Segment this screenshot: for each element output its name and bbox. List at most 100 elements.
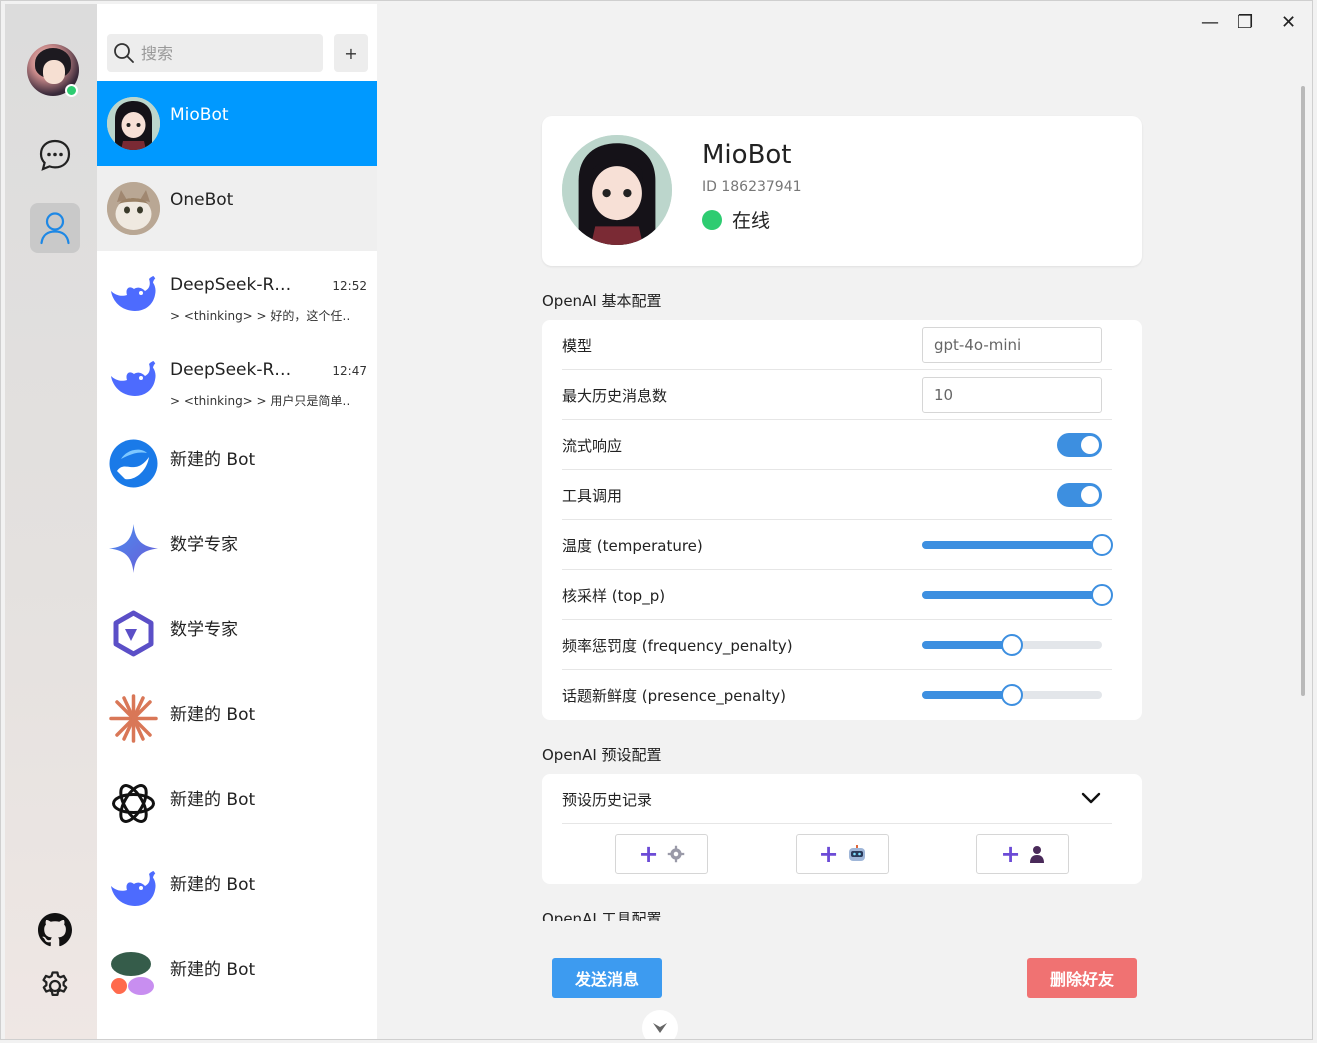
app-window: + MioBot — [0, 0, 1313, 1040]
add-assistant-message-button[interactable]: + — [796, 834, 889, 874]
settings-button[interactable] — [30, 961, 80, 1011]
user-icon — [1029, 846, 1044, 863]
top-p-slider[interactable] — [922, 584, 1113, 606]
delete-friend-button[interactable]: 删除好友 — [1027, 958, 1137, 998]
detail-panel: — ❐ ✕ MioBot ID 186237941 在线 OpenAI 基本配置… — [377, 4, 1307, 1039]
tools-label: 工具调用 — [562, 487, 623, 505]
hexagon-logo-icon — [107, 607, 160, 660]
search-input[interactable] — [141, 43, 311, 63]
tool-config-title: OpenAI 工具配置 — [542, 910, 662, 921]
openai-logo-icon — [107, 777, 160, 830]
contact-name: 新建的 Bot — [170, 960, 256, 980]
gear-icon — [667, 845, 684, 863]
message-preview: > <thinking> > 用户只是简单… — [170, 394, 350, 408]
contact-item-math-1[interactable]: 数学专家 — [97, 506, 377, 591]
online-status-dot — [65, 84, 78, 97]
robot-icon — [848, 845, 865, 861]
contact-item-deepseek-2[interactable]: DeepSeek-R… 12:47 > <thinking> > 用户只是简单… — [97, 336, 377, 421]
search-icon — [114, 43, 134, 63]
contact-item-bot-4[interactable]: 新建的 Bot — [97, 846, 377, 931]
contact-name: 数学专家 — [170, 535, 238, 555]
tools-toggle[interactable] — [1057, 483, 1102, 507]
preset-config-card: 预设历史记录 + + + — [542, 774, 1142, 884]
profile-name: MioBot — [702, 140, 792, 170]
add-user-message-button[interactable]: + — [976, 834, 1069, 874]
contact-name: 数学专家 — [170, 620, 238, 640]
preset-config-title: OpenAI 预设配置 — [542, 746, 662, 764]
plus-icon: + — [1000, 840, 1021, 868]
close-button[interactable]: ✕ — [1281, 12, 1296, 33]
scrollbar[interactable] — [1301, 86, 1305, 696]
temperature-slider[interactable] — [922, 534, 1113, 556]
profile-status: 在线 — [702, 206, 770, 233]
contact-name: DeepSeek-R… — [170, 275, 292, 295]
stream-toggle[interactable] — [1057, 433, 1102, 457]
contact-item-math-2[interactable]: 数学专家 — [97, 591, 377, 676]
temperature-row: 温度 (temperature) — [562, 520, 1113, 570]
burst-logo-icon — [107, 692, 160, 745]
person-icon — [40, 212, 70, 245]
contact-name: OneBot — [170, 190, 234, 210]
search-box[interactable] — [107, 34, 323, 72]
contact-item-onebot[interactable]: OneBot — [97, 166, 377, 251]
max-history-row: 最大历史消息数 — [562, 370, 1112, 420]
contact-item-bot-2[interactable]: 新建的 Bot — [97, 676, 377, 761]
preset-history-row[interactable]: 预设历史记录 — [562, 774, 1112, 824]
max-history-input[interactable] — [922, 377, 1102, 413]
model-label: 模型 — [562, 337, 593, 355]
wave-logo-icon — [107, 437, 160, 490]
chevron-down-icon[interactable] — [1080, 790, 1102, 806]
send-message-button[interactable]: 发送消息 — [552, 958, 662, 998]
online-dot — [702, 209, 722, 230]
contact-name: 新建的 Bot — [170, 790, 256, 810]
profile-card: MioBot ID 186237941 在线 — [542, 116, 1142, 266]
scroll-down-button[interactable] — [642, 1010, 678, 1039]
max-history-label: 最大历史消息数 — [562, 387, 668, 405]
status-text: 在线 — [732, 210, 771, 232]
plus-icon: + — [638, 840, 659, 868]
stream-label: 流式响应 — [562, 437, 623, 455]
deepseek-whale-icon — [107, 267, 160, 320]
model-row: 模型 — [562, 320, 1112, 370]
presence-slider[interactable] — [922, 684, 1102, 706]
chat-nav-button[interactable] — [30, 130, 80, 180]
contact-name: 新建的 Bot — [170, 705, 256, 725]
chevron-down-icon — [653, 1023, 667, 1033]
basic-config-card: 模型 最大历史消息数 流式响应 工具调用 温度 (temperature) 核采… — [542, 320, 1142, 720]
top-p-row: 核采样 (top_p) — [562, 570, 1113, 620]
frequency-slider[interactable] — [922, 634, 1102, 656]
github-button[interactable] — [30, 905, 80, 955]
plus-icon: + — [818, 840, 839, 868]
minimize-button[interactable]: — — [1201, 12, 1219, 33]
contact-item-bot-1[interactable]: 新建的 Bot — [97, 421, 377, 506]
preset-history-label: 预设历史记录 — [562, 791, 653, 809]
tools-row: 工具调用 — [562, 470, 1112, 520]
restore-button[interactable]: ❐ — [1237, 12, 1253, 33]
miobot-avatar — [107, 97, 160, 150]
contact-item-miobot[interactable]: MioBot — [97, 81, 377, 166]
message-time: 12:52 — [332, 279, 367, 293]
frequency-label: 频率惩罚度 (frequency_penalty) — [562, 637, 793, 655]
sparkle-star-icon — [107, 522, 160, 575]
nav-rail — [5, 4, 97, 1039]
top-p-label: 核采样 (top_p) — [562, 587, 666, 605]
contact-item-bot-5[interactable]: 新建的 Bot — [97, 931, 377, 1016]
contacts-nav-button[interactable] — [30, 203, 80, 253]
temperature-label: 温度 (temperature) — [562, 537, 703, 555]
contact-item-bot-3[interactable]: 新建的 Bot — [97, 761, 377, 846]
stream-row: 流式响应 — [562, 420, 1112, 470]
deepseek-whale-icon — [107, 862, 160, 915]
add-system-message-button[interactable]: + — [615, 834, 708, 874]
contact-name: MioBot — [170, 105, 229, 125]
gear-icon — [42, 971, 68, 997]
profile-avatar — [562, 135, 672, 245]
contact-item-deepseek-1[interactable]: DeepSeek-R… 12:52 > <thinking> > 好的，这个任… — [97, 251, 377, 336]
deepseek-whale-icon — [107, 352, 160, 405]
blob-logo-icon — [107, 947, 160, 1000]
contact-name: DeepSeek-R… — [170, 360, 292, 380]
frequency-row: 频率惩罚度 (frequency_penalty) — [562, 620, 1112, 670]
github-icon — [38, 913, 72, 947]
model-input[interactable] — [922, 327, 1102, 363]
presence-row: 话题新鲜度 (presence_penalty) — [562, 670, 1112, 720]
add-contact-button[interactable]: + — [334, 34, 368, 72]
